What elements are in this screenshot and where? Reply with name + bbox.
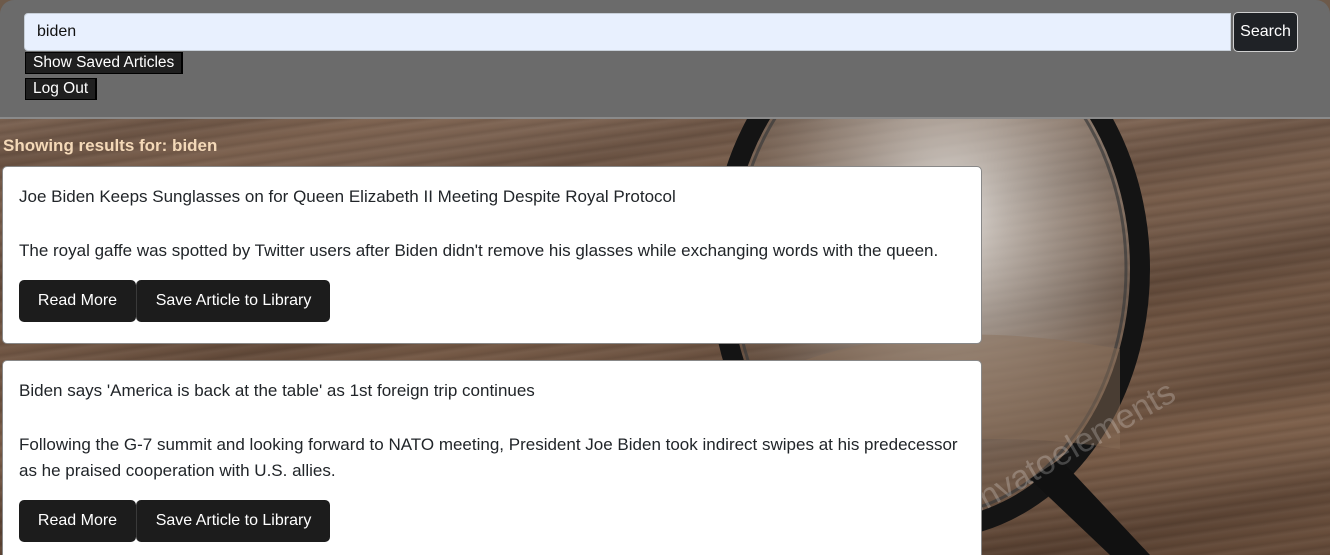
article-card: Joe Biden Keeps Sunglasses on for Queen … [2, 166, 982, 344]
search-input[interactable]: biden [24, 13, 1231, 51]
save-article-button[interactable]: Save Article to Library [136, 500, 330, 542]
article-card: Biden says 'America is back at the table… [2, 360, 982, 555]
top-header: biden Search Show Saved Articles Log Out [0, 0, 1330, 119]
show-saved-articles-button[interactable]: Show Saved Articles [25, 52, 184, 74]
save-article-button[interactable]: Save Article to Library [136, 280, 330, 322]
article-actions: Read More Save Article to Library [19, 280, 965, 322]
read-more-button[interactable]: Read More [19, 500, 136, 542]
results-heading: Showing results for: biden [3, 136, 218, 155]
log-out-button[interactable]: Log Out [25, 78, 98, 100]
article-description: Following the G-7 summit and looking for… [19, 435, 958, 480]
article-title: Joe Biden Keeps Sunglasses on for Queen … [19, 187, 676, 206]
read-more-button[interactable]: Read More [19, 280, 136, 322]
article-description: The royal gaffe was spotted by Twitter u… [19, 241, 939, 260]
search-button[interactable]: Search [1233, 12, 1298, 52]
article-actions: Read More Save Article to Library [19, 500, 965, 542]
article-title: Biden says 'America is back at the table… [19, 381, 535, 400]
